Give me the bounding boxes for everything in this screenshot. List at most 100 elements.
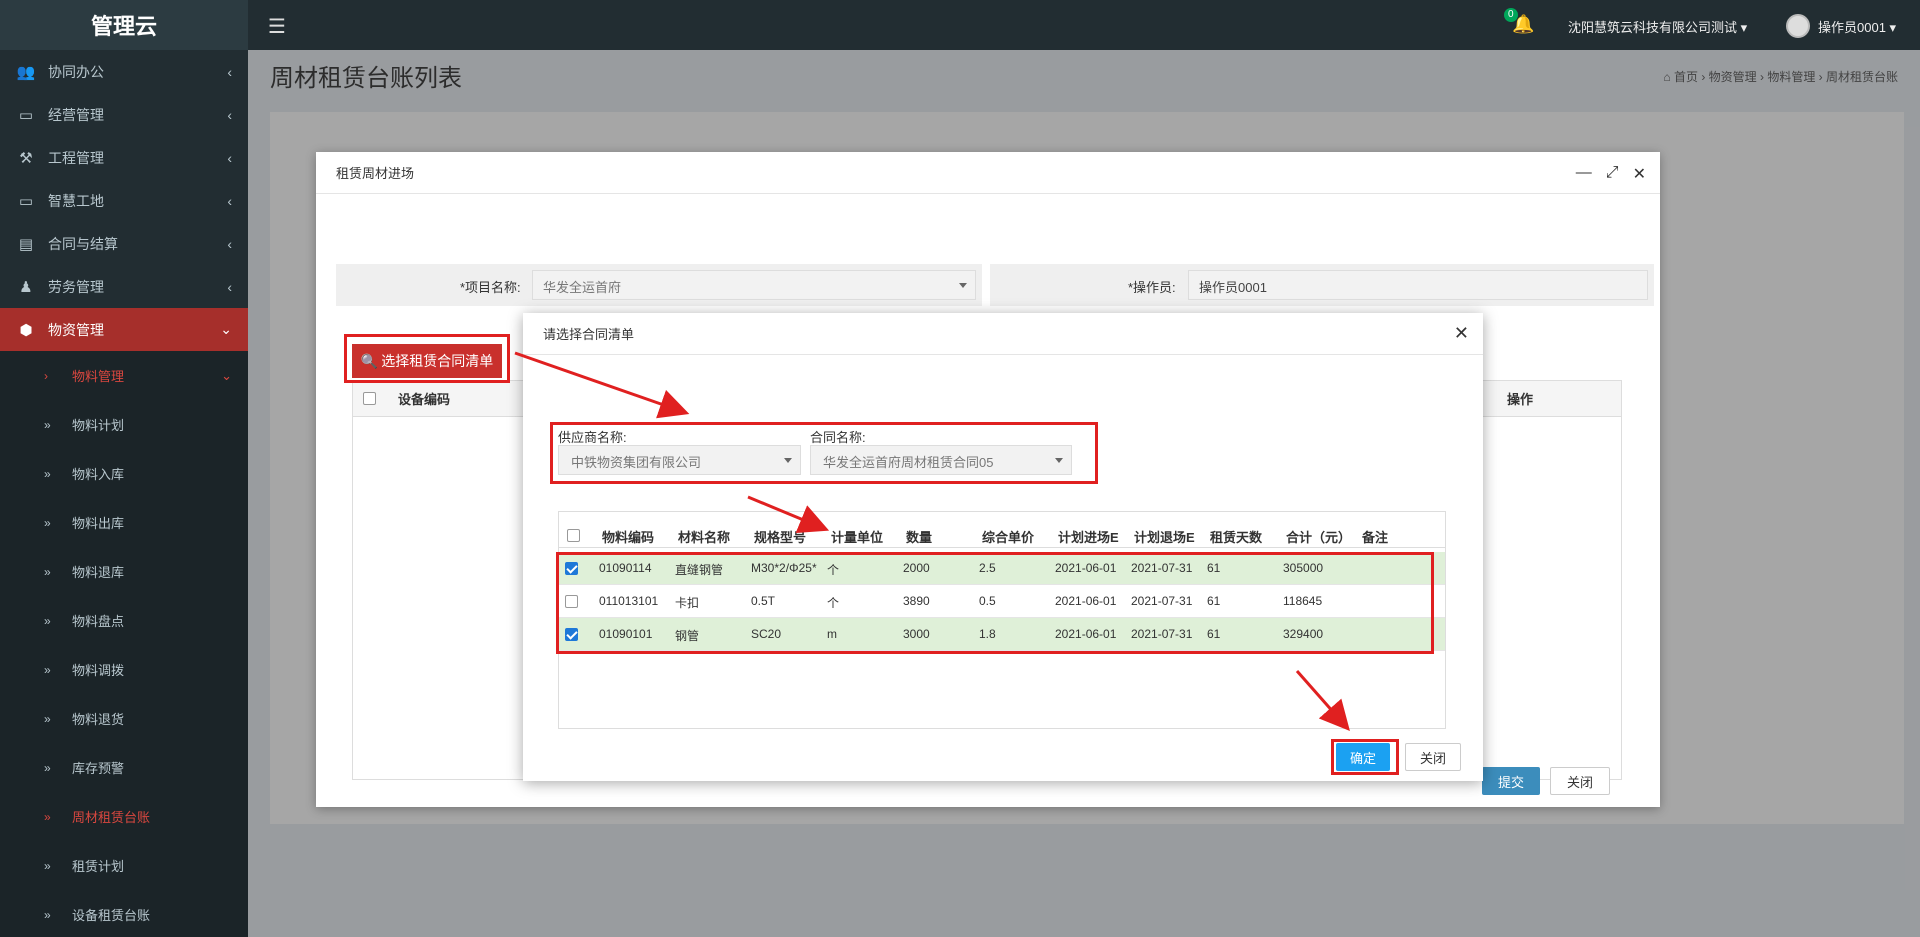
caret-down-icon <box>959 283 967 288</box>
double-chevron-icon: » <box>44 907 51 922</box>
chevron-right-icon: › <box>44 368 48 383</box>
sidebar-sub-label: 租赁计划 <box>72 859 125 874</box>
column-header: 租赁天数 <box>1210 530 1263 545</box>
sidebar-sub-material-stocktake[interactable]: » 物料盘点 <box>0 596 248 645</box>
cube-icon: ⬢ <box>19 321 33 339</box>
sidebar-sub-material-refund[interactable]: » 物料退货 <box>0 694 248 743</box>
table-header: 物料编码 材料名称 规格型号 计量单位 数量 综合单价 计划进场E 计划退场E … <box>559 512 1445 548</box>
column-header: 计划退场E <box>1134 530 1195 545</box>
sidebar-sub-label: 物料退库 <box>72 565 125 580</box>
column-header: 综合单价 <box>982 530 1035 545</box>
sidebar-item-contract[interactable]: ▤ 合同与结算 ‹ <box>0 222 248 265</box>
chevron-left-icon: ‹ <box>227 106 232 123</box>
sidebar-item-engineering[interactable]: ⚒ 工程管理 ‹ <box>0 136 248 179</box>
hamburger-icon[interactable]: ☰ <box>268 14 286 39</box>
notification-badge: 0 <box>1504 8 1518 22</box>
sidebar-sub-equipment-ledger[interactable]: » 设备租赁台账 <box>0 890 248 937</box>
double-chevron-icon: » <box>44 809 51 824</box>
modal-title: 租赁周材进场 <box>336 166 415 181</box>
select-all-checkbox[interactable] <box>567 529 580 542</box>
sidebar-sub-rental-plan[interactable]: » 租赁计划 <box>0 841 248 890</box>
chevron-left-icon: ‹ <box>227 192 232 209</box>
sidebar-item-collab[interactable]: 👥 协同办公 ‹ <box>0 50 248 93</box>
sidebar-sub-label: 物料调拨 <box>72 663 125 678</box>
hammer-icon: ⚒ <box>19 149 33 167</box>
modal-header: 请选择合同清单 ✕ <box>523 313 1483 355</box>
sidebar: 管理云 👥 协同办公 ‹ ▭ 经营管理 ‹ ⚒ 工程管理 ‹ ▭ 智慧工地 ‹ ▤ 合同与结算 ‹ … <box>0 0 248 937</box>
worker-icon: ♟ <box>19 278 33 296</box>
chevron-left-icon: ‹ <box>227 149 232 166</box>
sidebar-sub-stock-alert[interactable]: » 库存预警 <box>0 743 248 792</box>
chevron-down-icon: ⌄ <box>220 321 232 337</box>
maximize-icon[interactable]: ⤢ <box>1606 164 1619 184</box>
select-all-checkbox[interactable] <box>363 392 376 405</box>
chevron-left-icon: ‹ <box>227 278 232 295</box>
double-chevron-icon: » <box>44 858 51 873</box>
double-chevron-icon: » <box>44 417 51 432</box>
sidebar-item-materials[interactable]: ⬢ 物资管理 ⌄ <box>0 308 248 351</box>
close-button[interactable]: 关闭 <box>1405 743 1461 771</box>
app-logo: 管理云 <box>0 0 248 50</box>
column-header: 备注 <box>1362 530 1389 545</box>
highlight-box <box>556 552 1434 654</box>
column-header: 物料编码 <box>602 530 655 545</box>
sidebar-item-label: 工程管理 <box>48 149 104 166</box>
sidebar-item-label: 合同与结算 <box>48 235 118 252</box>
sidebar-item-smart-site[interactable]: ▭ 智慧工地 ‹ <box>0 179 248 222</box>
highlight-box <box>344 334 510 383</box>
sidebar-sub-rental-ledger[interactable]: » 周材租赁台账 <box>0 792 248 841</box>
sidebar-item-label: 智慧工地 <box>48 192 104 209</box>
double-chevron-icon: » <box>44 711 51 726</box>
sidebar-item-label: 物资管理 <box>48 321 104 338</box>
highlight-box <box>550 422 1098 484</box>
minimize-icon[interactable]: — <box>1576 164 1592 184</box>
close-icon[interactable]: ✕ <box>1633 164 1646 184</box>
operator-field[interactable]: 操作员0001 <box>1188 270 1648 300</box>
sidebar-item-label: 经营管理 <box>48 106 104 123</box>
double-chevron-icon: » <box>44 515 51 530</box>
user-dropdown[interactable]: 操作员0001 ▾ <box>1818 17 1896 36</box>
sidebar-sub-label: 库存预警 <box>72 761 125 776</box>
company-dropdown[interactable]: 沈阳慧筑云科技有限公司测试 ▾ <box>1568 17 1747 36</box>
sidebar-item-label: 劳务管理 <box>48 278 104 295</box>
double-chevron-icon: » <box>44 760 51 775</box>
highlight-box <box>1331 739 1399 775</box>
avatar[interactable] <box>1786 14 1810 38</box>
sidebar-sub-material-out[interactable]: » 物料出库 <box>0 498 248 547</box>
sidebar-sub-label: 物料管理 <box>72 369 125 384</box>
form-row: *项目名称: 华发全运首府 *操作员: 操作员0001 <box>336 264 1654 306</box>
operator-label: *操作员: <box>1128 280 1176 295</box>
close-button[interactable]: 关闭 <box>1549 767 1610 795</box>
chevron-down-icon: ⌄ <box>221 367 232 383</box>
col-equipment-code: 设备编码 <box>398 392 451 407</box>
monitor-icon: ▭ <box>18 192 34 210</box>
sidebar-sub-material-in[interactable]: » 物料入库 <box>0 449 248 498</box>
sidebar-sub-label: 周材租赁台账 <box>72 810 151 825</box>
submit-button[interactable]: 提交 <box>1481 767 1540 795</box>
project-select[interactable]: 华发全运首府 <box>532 270 976 300</box>
double-chevron-icon: » <box>44 613 51 628</box>
column-header: 材料名称 <box>678 530 731 545</box>
sidebar-sub-material-mgmt[interactable]: › 物料管理 ⌄ <box>0 351 248 400</box>
sidebar-item-business[interactable]: ▭ 经营管理 ‹ <box>0 93 248 136</box>
sidebar-sub-label: 物料计划 <box>72 418 125 433</box>
double-chevron-icon: » <box>44 466 51 481</box>
sidebar-item-label: 协同办公 <box>48 63 104 80</box>
column-header: 规格型号 <box>754 530 807 545</box>
users-icon: 👥 <box>16 63 36 81</box>
monitor-icon: ▭ <box>18 106 34 124</box>
sidebar-sub-material-return[interactable]: » 物料退库 <box>0 547 248 596</box>
sidebar-sub-material-plan[interactable]: » 物料计划 <box>0 400 248 449</box>
sidebar-item-labor[interactable]: ♟ 劳务管理 ‹ <box>0 265 248 308</box>
project-select-value: 华发全运首府 <box>543 280 622 295</box>
modal-header: 租赁周材进场 — ⤢ ✕ <box>316 152 1660 194</box>
double-chevron-icon: » <box>44 662 51 677</box>
sidebar-sub-label: 物料出库 <box>72 516 125 531</box>
sidebar-sub-material-transfer[interactable]: » 物料调拨 <box>0 645 248 694</box>
close-icon[interactable]: ✕ <box>1454 323 1469 344</box>
chevron-left-icon: ‹ <box>227 235 232 252</box>
sidebar-sub-label: 设备租赁台账 <box>72 908 151 923</box>
project-label: *项目名称: <box>460 280 521 295</box>
sidebar-sub-label: 物料退货 <box>72 712 125 727</box>
sidebar-sub-label: 物料盘点 <box>72 614 125 629</box>
